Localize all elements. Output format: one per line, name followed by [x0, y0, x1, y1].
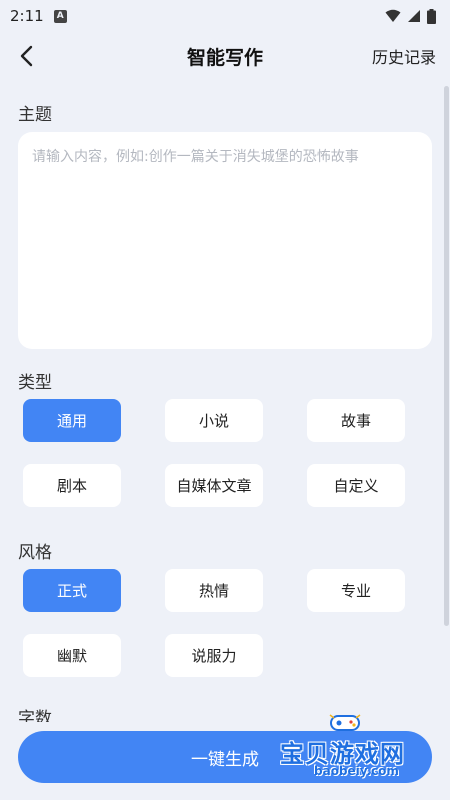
- type-option-general[interactable]: 通用: [23, 399, 121, 442]
- word-count-label: 字数: [18, 709, 52, 722]
- type-option-story[interactable]: 故事: [307, 399, 405, 442]
- gamepad-icon: [329, 714, 361, 731]
- status-icons: [385, 8, 436, 24]
- status-bar: 2:11 A: [0, 0, 450, 32]
- type-option-media-article[interactable]: 自媒体文章: [165, 464, 263, 507]
- back-arrow-icon: [20, 45, 33, 67]
- type-label: 类型: [18, 373, 52, 393]
- type-option-novel[interactable]: 小说: [165, 399, 263, 442]
- back-button[interactable]: [8, 38, 44, 74]
- history-link[interactable]: 历史记录: [372, 44, 436, 68]
- scrollbar[interactable]: [444, 86, 449, 626]
- style-option-persuasive[interactable]: 说服力: [165, 634, 263, 677]
- topic-input[interactable]: [18, 132, 432, 349]
- topic-label: 主题: [18, 105, 52, 125]
- page-title: 智能写作: [186, 46, 263, 69]
- wifi-icon: [385, 9, 401, 22]
- generate-button-label: 一键生成: [191, 749, 259, 770]
- watermark-url: baobeiy.com: [314, 764, 399, 778]
- type-option-custom[interactable]: 自定义: [307, 464, 405, 507]
- app-bar: 智能写作 历史记录: [0, 32, 450, 80]
- style-option-formal[interactable]: 正式: [23, 569, 121, 612]
- watermark: 宝贝游戏网 baobeiy.com: [276, 712, 426, 782]
- type-option-script[interactable]: 剧本: [23, 464, 121, 507]
- style-option-enthusiastic[interactable]: 热情: [165, 569, 263, 612]
- signal-icon: [408, 10, 420, 22]
- status-time: 2:11: [10, 7, 44, 25]
- style-option-professional[interactable]: 专业: [307, 569, 405, 612]
- style-option-humor[interactable]: 幽默: [23, 634, 121, 677]
- style-label: 风格: [18, 543, 52, 563]
- notification-app-icon: A: [53, 9, 67, 23]
- battery-icon: [427, 8, 436, 24]
